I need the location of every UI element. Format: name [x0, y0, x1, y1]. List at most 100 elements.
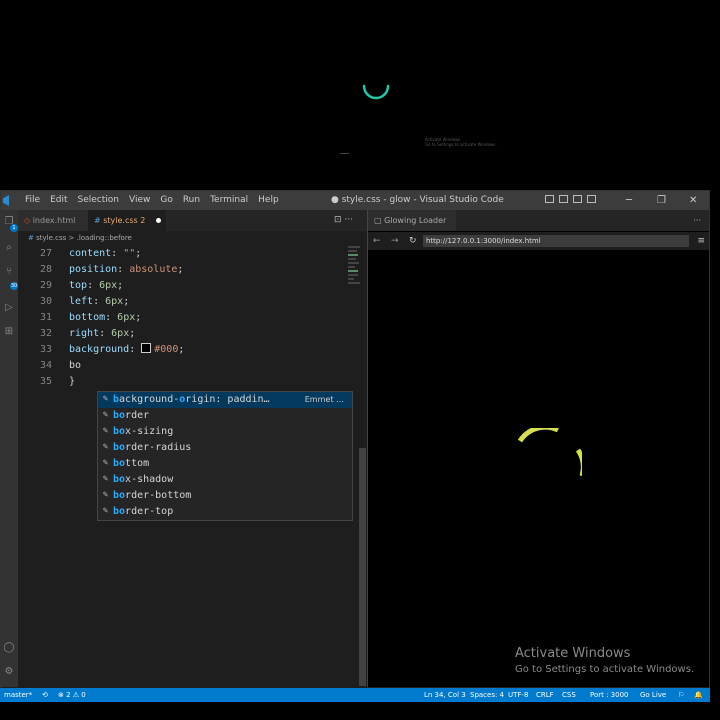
- suggestion-item[interactable]: ✎ background-origin: paddin… Emmet …: [98, 392, 352, 408]
- css-value: "": [123, 248, 136, 259]
- code-line[interactable]: 28 position: absolute;: [18, 262, 358, 278]
- line-number: 29: [39, 280, 52, 291]
- unsaved-dot-icon[interactable]: [155, 218, 161, 223]
- code-line[interactable]: 32 right: 6px;: [18, 326, 358, 342]
- menu-view[interactable]: View: [124, 191, 155, 210]
- tab-index-html[interactable]: ◇ index.html: [18, 210, 92, 231]
- url-input[interactable]: http://127.0.0.1:3000/index.html: [423, 235, 689, 247]
- editor-scrollbar[interactable]: [359, 448, 366, 686]
- watermark-title: Activate Windows: [515, 646, 631, 661]
- cursor-position[interactable]: Ln 34, Col 3: [424, 688, 466, 702]
- tab-label: style.css 2: [103, 216, 146, 225]
- more-actions-icon[interactable]: ···: [693, 210, 701, 231]
- search-icon[interactable]: ⌕: [3, 242, 15, 254]
- toggle-sidebar-icon[interactable]: [545, 195, 554, 203]
- suggestion-item[interactable]: ✎ border-radius: [98, 440, 352, 456]
- code-line[interactable]: 29 top: 6px;: [18, 278, 358, 294]
- close-button[interactable]: ✕: [689, 191, 697, 210]
- css-value: 6px: [105, 296, 124, 307]
- code-line[interactable]: 30 left: 6px;: [18, 294, 358, 310]
- menu-help[interactable]: Help: [253, 191, 284, 210]
- suggestion-item[interactable]: ✎ border-top: [98, 504, 352, 520]
- hamburger-menu-icon[interactable]: ≡: [697, 232, 705, 250]
- run-debug-icon[interactable]: ▷: [3, 302, 15, 314]
- editor-group: ◇ index.html # style.css 2 ⊡ ··· # style…: [18, 210, 368, 687]
- forward-arrow-icon[interactable]: →: [391, 232, 399, 250]
- suggestion-detail: Emmet …: [304, 395, 344, 404]
- menu-terminal[interactable]: Terminal: [205, 191, 253, 210]
- breadcrumb-symbol[interactable]: .loading::before: [77, 234, 132, 242]
- preview-tabs: ▢ Glowing Loader ✕ ···: [368, 210, 709, 246]
- glowing-loader-arc: [518, 428, 582, 476]
- line-number: 31: [39, 312, 52, 323]
- closing-brace: }: [69, 376, 76, 387]
- customize-layout-icon[interactable]: [587, 195, 596, 203]
- css-file-icon: #: [94, 216, 101, 225]
- code-line[interactable]: 35 }: [18, 374, 358, 390]
- back-arrow-icon[interactable]: ←: [373, 232, 381, 250]
- layout-controls: [545, 195, 596, 203]
- color-swatch[interactable]: [141, 343, 152, 353]
- source-control-icon[interactable]: ⑂: [3, 266, 15, 278]
- address-bar: ← → ↻ http://127.0.0.1:3000/index.html ≡: [368, 232, 709, 250]
- split-editor-button[interactable]: ⊡ ···: [334, 210, 353, 231]
- top-black-area: Activate Windows Go to Settings to activ…: [0, 0, 720, 190]
- css-property: top: [69, 280, 88, 291]
- problems-status[interactable]: ⊗ 2 ⚠ 0: [58, 688, 86, 702]
- wrench-icon: ✎: [102, 426, 109, 436]
- go-live-button[interactable]: Go Live: [640, 688, 666, 702]
- feedback-icon[interactable]: ⚐: [678, 688, 684, 702]
- suggestion-item[interactable]: ✎ box-shadow: [98, 472, 352, 488]
- minimap[interactable]: [348, 246, 362, 306]
- indentation-status[interactable]: Spaces: 4: [470, 688, 504, 702]
- line-number: 35: [39, 376, 52, 387]
- settings-gear-icon[interactable]: ⚙: [3, 666, 15, 678]
- menu-go[interactable]: Go: [155, 191, 177, 210]
- toggle-secondary-sidebar-icon[interactable]: [573, 195, 582, 203]
- line-number: 30: [39, 296, 52, 307]
- extensions-icon[interactable]: ⊞: [3, 326, 15, 338]
- menu-selection[interactable]: Selection: [73, 191, 124, 210]
- minimize-button[interactable]: ─: [626, 191, 632, 210]
- suggestion-item[interactable]: ✎ border: [98, 408, 352, 424]
- language-mode[interactable]: CSS: [562, 688, 576, 702]
- breadcrumb-file[interactable]: style.css: [36, 234, 66, 242]
- sync-icon[interactable]: ⟲: [42, 688, 48, 702]
- activate-windows-watermark: Activate Windows Go to Settings to activ…: [515, 646, 694, 675]
- code-line[interactable]: 33 background: #000;: [18, 342, 358, 358]
- suggestion-item[interactable]: ✎ border-color: [98, 520, 352, 521]
- reload-icon[interactable]: ↻: [409, 232, 417, 250]
- css-value: 6px: [117, 312, 136, 323]
- menu-run[interactable]: Run: [178, 191, 205, 210]
- tab-style-css[interactable]: # style.css 2: [88, 210, 166, 231]
- menu-file[interactable]: File: [20, 191, 45, 210]
- suggestion-item[interactable]: ✎ border-bottom: [98, 488, 352, 504]
- menu-edit[interactable]: Edit: [45, 191, 72, 210]
- branch-status[interactable]: master*: [4, 688, 32, 702]
- code-line[interactable]: 27 content: "";: [18, 246, 358, 262]
- eol-status[interactable]: CRLF: [536, 688, 554, 702]
- vscode-window: File Edit Selection View Go Run Terminal…: [0, 190, 710, 702]
- preview-icon: ▢: [374, 216, 385, 225]
- notifications-bell-icon[interactable]: 🔔: [694, 688, 703, 702]
- tab-glowing-loader[interactable]: ▢ Glowing Loader ✕: [368, 210, 456, 246]
- account-icon[interactable]: ◯: [3, 642, 15, 654]
- code-line[interactable]: 31 bottom: 6px;: [18, 310, 358, 326]
- activity-bar: ❐ 1 ⌕ ⑂ 30 ▷ ⊞ ◯ ⚙: [1, 210, 18, 687]
- encoding-status[interactable]: UTF-8: [508, 688, 528, 702]
- remote-badge: 30: [10, 282, 18, 290]
- css-property: position: [69, 264, 118, 275]
- code-line[interactable]: 34 bo: [18, 358, 358, 374]
- suggestion-item[interactable]: ✎ box-sizing: [98, 424, 352, 440]
- wrench-icon: ✎: [102, 490, 109, 500]
- suggestion-item[interactable]: ✎ bottom: [98, 456, 352, 472]
- wrench-icon: ✎: [102, 458, 109, 468]
- line-number: 28: [39, 264, 52, 275]
- vscode-logo-icon: [3, 195, 9, 206]
- status-bar: master* ⟲ ⊗ 2 ⚠ 0 Ln 34, Col 3 Spaces: 4…: [0, 688, 710, 702]
- live-preview-pane: ▢ Glowing Loader ✕ ··· ← → ↻ http://127.…: [368, 210, 709, 687]
- live-server-port[interactable]: Port : 3000: [590, 688, 629, 702]
- restore-button[interactable]: ❐: [657, 191, 666, 210]
- toggle-panel-icon[interactable]: [559, 195, 568, 203]
- wrench-icon: ✎: [102, 442, 109, 452]
